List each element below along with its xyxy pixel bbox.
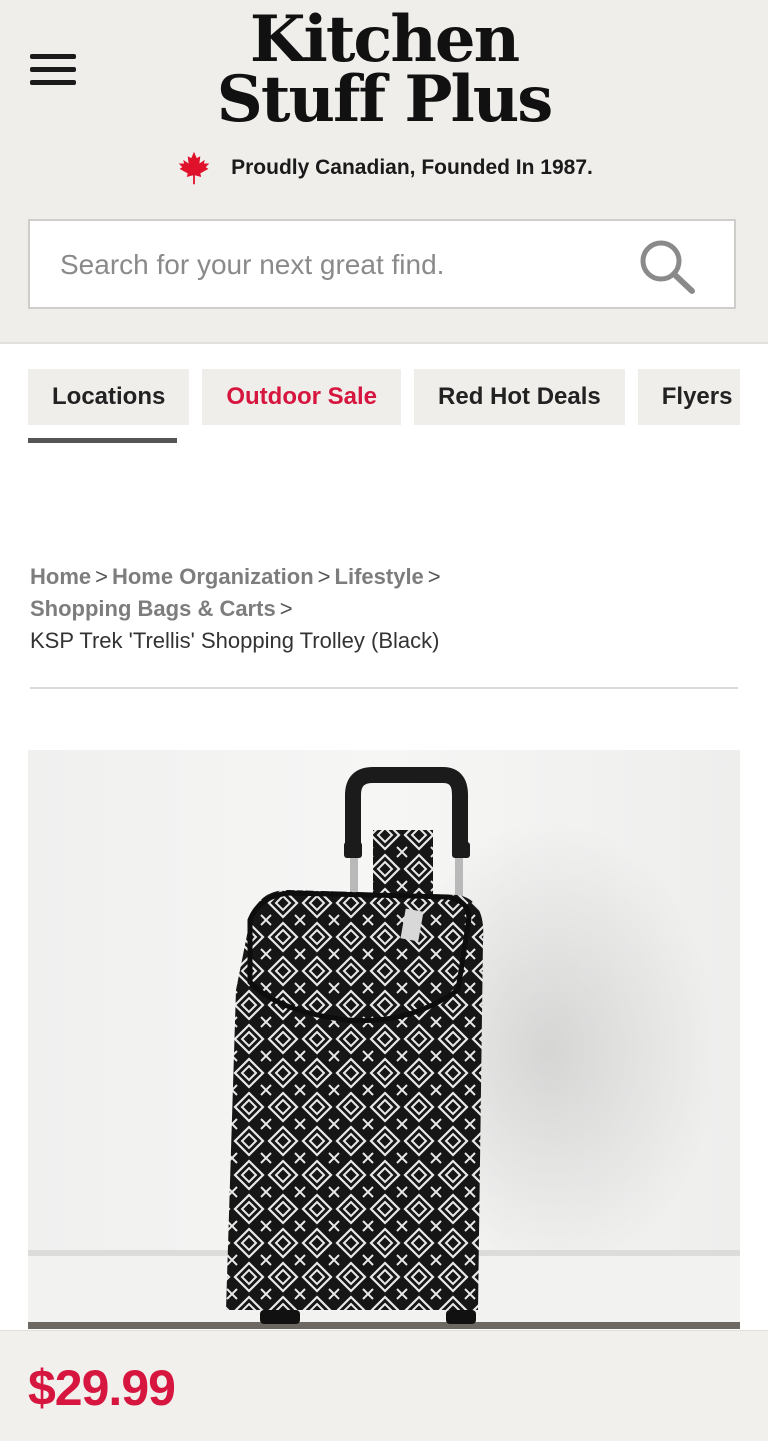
breadcrumb-shopping-bags[interactable]: Shopping Bags & Carts xyxy=(30,596,276,621)
shopping-trolley-image xyxy=(28,750,740,1329)
product-image[interactable] xyxy=(28,750,740,1329)
search-box xyxy=(28,219,736,309)
breadcrumb-separator: > xyxy=(317,564,331,589)
logo-line-2: Stuff Plus xyxy=(216,62,554,137)
hamburger-menu-icon[interactable] xyxy=(30,46,86,92)
breadcrumb-home-organization[interactable]: Home Organization xyxy=(112,564,314,589)
category-nav: Locations Outdoor Sale Red Hot Deals Fly… xyxy=(28,369,740,429)
tab-outdoor-sale[interactable]: Outdoor Sale xyxy=(202,369,402,425)
price-bar: $29.99 xyxy=(0,1330,768,1441)
breadcrumb-lifestyle[interactable]: Lifestyle xyxy=(335,564,424,589)
breadcrumb-current: KSP Trek 'Trellis' Shopping Trolley (Bla… xyxy=(30,628,440,653)
logo-line-1: Kitchen xyxy=(249,2,520,77)
tagline-text: Proudly Canadian, Founded In 1987. xyxy=(231,156,593,179)
breadcrumb: Home > Home Organization > Lifestyle > Shoppi… xyxy=(30,561,730,657)
product-price: $29.99 xyxy=(28,1360,176,1416)
tab-flyers[interactable]: Flyers & Catalogues xyxy=(637,369,740,425)
breadcrumb-home[interactable]: Home xyxy=(30,564,91,589)
tab-locations[interactable]: Locations xyxy=(28,369,190,425)
search-input[interactable] xyxy=(58,239,622,291)
breadcrumb-separator: > xyxy=(427,564,441,589)
search-icon[interactable] xyxy=(636,237,698,295)
active-tab-indicator xyxy=(28,438,177,443)
breadcrumb-separator: > xyxy=(279,596,293,621)
tab-red-hot-deals[interactable]: Red Hot Deals xyxy=(414,369,625,425)
tagline: Proudly Canadian, Founded In 1987. xyxy=(0,150,768,186)
breadcrumb-separator: > xyxy=(95,564,108,589)
site-header: Kitchen Stuff Plus Proudly Canadian, Fou… xyxy=(0,0,768,344)
maple-leaf-icon xyxy=(178,151,210,185)
site-logo[interactable]: Kitchen Stuff Plus xyxy=(200,2,568,137)
divider xyxy=(30,687,738,689)
